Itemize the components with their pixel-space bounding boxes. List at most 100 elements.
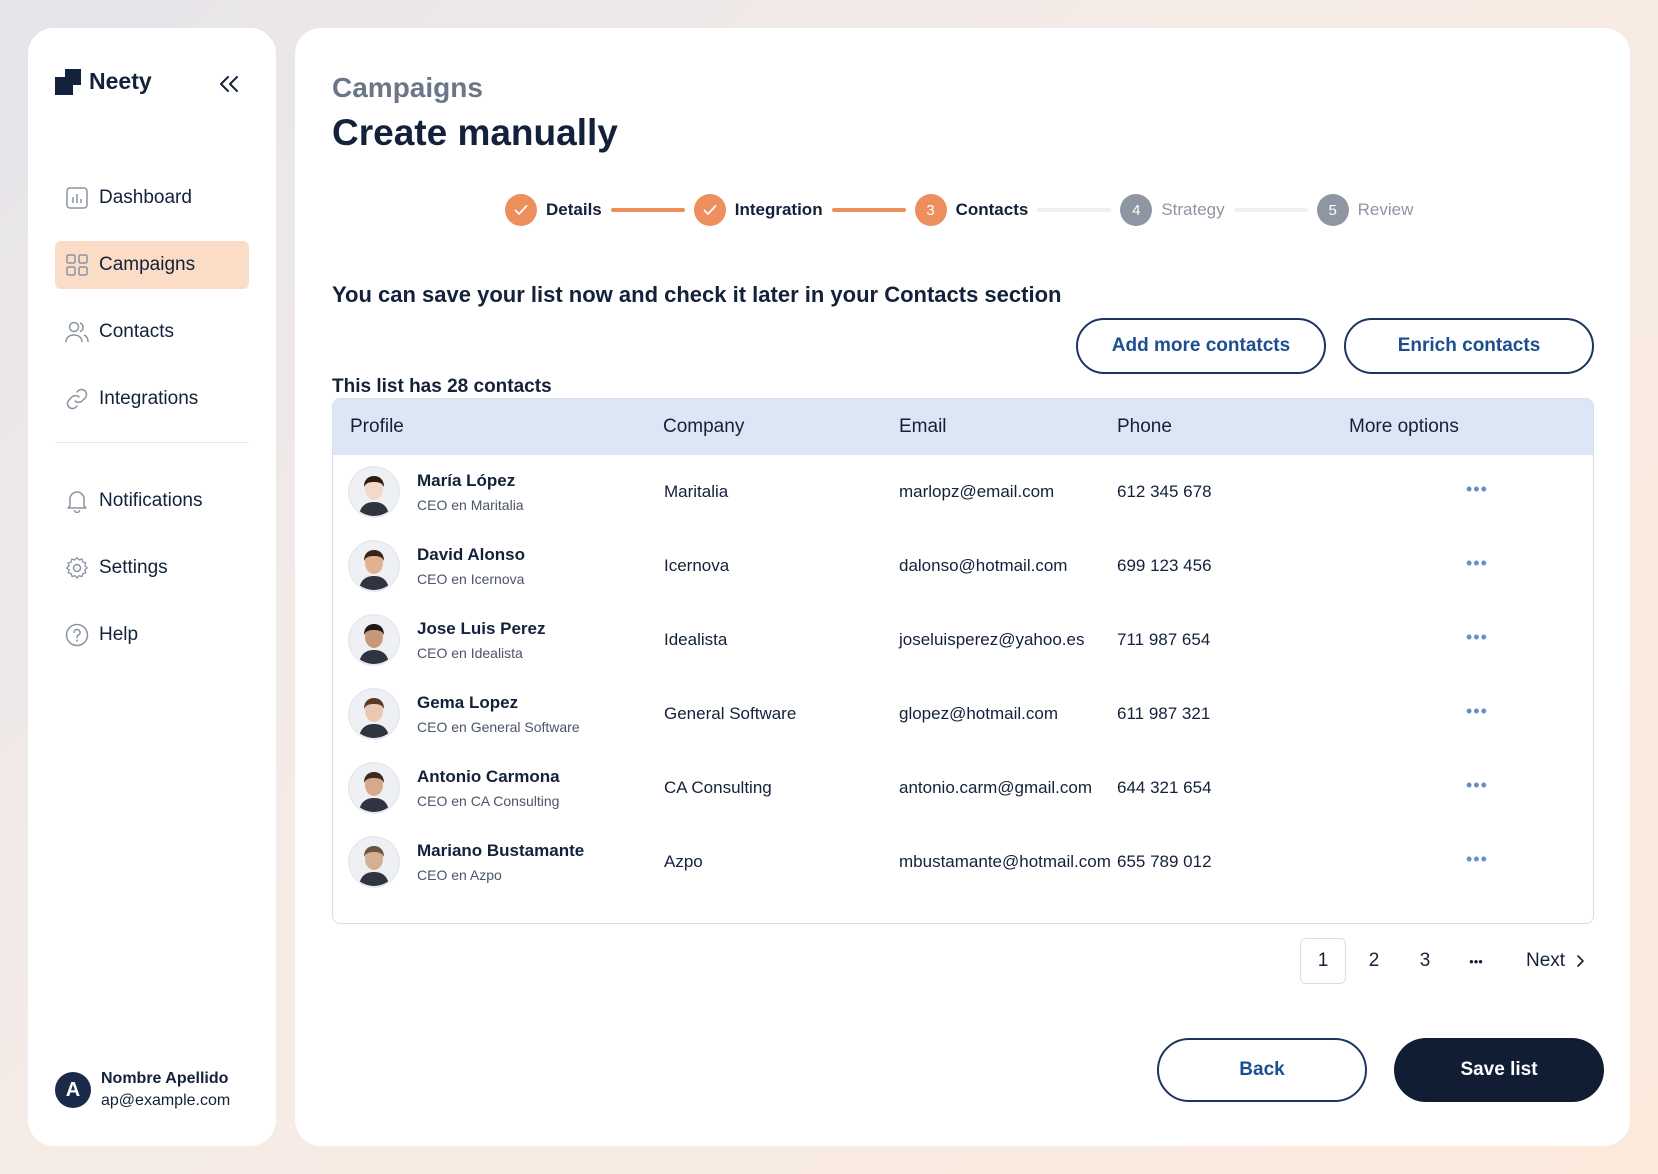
page-2-button[interactable]: 2 <box>1351 938 1397 984</box>
more-options-icon[interactable]: ••• <box>1466 553 1488 574</box>
sidebar-item-integrations[interactable]: Integrations <box>55 375 249 423</box>
double-chevron-left-icon <box>220 76 238 92</box>
save-list-button[interactable]: Save list <box>1394 1038 1604 1102</box>
contact-name: Jose Luis Perez <box>417 619 546 638</box>
users-icon <box>65 320 89 344</box>
page-3-button[interactable]: 3 <box>1402 938 1448 984</box>
step-label: Details <box>546 200 602 219</box>
phone-cell: 644 321 654 <box>1117 778 1212 797</box>
contact-profile[interactable]: David Alonso CEO en Icernova <box>348 540 525 592</box>
table-row[interactable]: Jose Luis Perez CEO en Idealista Idealista… <box>333 603 1593 677</box>
sidebar-divider <box>55 442 249 443</box>
company-cell: Idealista <box>664 630 728 649</box>
add-more-contacts-button[interactable]: Add more contatcts <box>1076 318 1326 374</box>
table-header: Profile Company Email Phone More options <box>333 399 1593 455</box>
email-cell: glopez@hotmail.com <box>899 704 1058 723</box>
contact-role: CEO en Icernova <box>417 571 525 587</box>
step-details[interactable]: Details <box>505 194 602 226</box>
neety-logo-icon <box>55 68 81 95</box>
step-connector <box>610 208 685 212</box>
more-options-icon[interactable]: ••• <box>1466 701 1488 722</box>
contact-name: Mariano Bustamante <box>417 841 585 860</box>
breadcrumb[interactable]: Campaigns <box>332 72 483 104</box>
user-email: ap@example.com <box>101 1092 231 1109</box>
step-label: Review <box>1357 200 1414 219</box>
column-header-more-options: More options <box>1349 416 1459 437</box>
phone-cell: 611 987 321 <box>1117 704 1211 723</box>
user-profile[interactable]: A Nombre Apellido ap@example.com <box>55 1070 230 1110</box>
contact-profile[interactable]: Jose Luis Perez CEO en Idealista <box>348 614 546 666</box>
sidebar-item-campaigns[interactable]: Campaigns <box>55 241 249 289</box>
step-label: Contacts <box>955 200 1029 219</box>
back-button[interactable]: Back <box>1157 1038 1367 1102</box>
more-options-icon[interactable]: ••• <box>1466 479 1488 500</box>
page-1-button[interactable]: 1 <box>1300 938 1346 984</box>
contact-avatar <box>348 466 400 518</box>
collapse-sidebar-button[interactable] <box>214 70 244 98</box>
table-body: María López CEO en Maritalia Maritalia marl… <box>333 455 1593 899</box>
next-page-button[interactable]: Next <box>1526 950 1591 972</box>
contact-avatar <box>348 762 400 814</box>
sidebar-item-dashboard[interactable]: Dashboard <box>55 174 249 222</box>
gear-icon <box>65 556 89 580</box>
column-header-company: Company <box>663 416 745 437</box>
contact-role: CEO en General Software <box>417 719 580 735</box>
contact-name: Antonio Carmona <box>417 767 560 786</box>
email-cell: antonio.carm@gmail.com <box>899 778 1092 797</box>
contact-avatar <box>348 540 400 592</box>
contact-profile[interactable]: Mariano Bustamante CEO en Azpo <box>348 836 584 888</box>
step-review[interactable]: 5 Review <box>1316 194 1414 226</box>
step-strategy[interactable]: 4 Strategy <box>1120 194 1225 226</box>
pagination-ellipsis[interactable]: ••• <box>1453 938 1499 984</box>
sidebar-item-contacts[interactable]: Contacts <box>55 308 249 356</box>
check-icon <box>505 194 537 226</box>
contact-profile[interactable]: Gema Lopez CEO en General Software <box>348 688 580 740</box>
column-header-email: Email <box>899 416 947 437</box>
user-name: Nombre Apellido <box>101 1070 229 1087</box>
company-cell: Icernova <box>664 556 730 575</box>
phone-cell: 699 123 456 <box>1117 556 1212 575</box>
next-label: Next <box>1526 950 1566 971</box>
email-cell: joseluisperez@yahoo.es <box>899 630 1085 649</box>
contact-name: Gema Lopez <box>417 693 519 712</box>
contact-name: María López <box>417 471 516 490</box>
table-row[interactable]: Gema Lopez CEO en General Software General… <box>333 677 1593 751</box>
contact-profile[interactable]: Antonio Carmona CEO en CA Consulting <box>348 762 560 814</box>
sidebar-item-label: Notifications <box>99 490 203 511</box>
table-row[interactable]: María López CEO en Maritalia Maritalia marl… <box>333 455 1593 529</box>
brand[interactable]: Neety <box>55 68 152 95</box>
step-label: Strategy <box>1161 200 1225 219</box>
sidebar-item-help[interactable]: Help <box>55 611 249 659</box>
brand-name: Neety <box>89 68 152 94</box>
more-options-icon[interactable]: ••• <box>1466 849 1488 870</box>
more-options-icon[interactable]: ••• <box>1466 775 1488 796</box>
step-label: Integration <box>734 200 823 219</box>
table-row[interactable]: Mariano Bustamante CEO en Azpo Azpo mbustam… <box>333 825 1593 899</box>
table-row[interactable]: David Alonso CEO en Icernova Icernova dalon… <box>333 529 1593 603</box>
company-cell: Maritalia <box>664 482 729 501</box>
sidebar-item-label: Integrations <box>99 388 199 409</box>
email-cell: marlopz@email.com <box>899 482 1055 501</box>
check-icon <box>693 194 726 226</box>
step-connector <box>1233 208 1308 212</box>
table-row[interactable]: Antonio Carmona CEO en CA Consulting CA Co… <box>333 751 1593 825</box>
sidebar-item-settings[interactable]: Settings <box>55 544 249 592</box>
step-integration[interactable]: Integration <box>693 194 823 226</box>
pagination: 1 2 3 ••• Next <box>1300 938 1591 984</box>
contact-avatar <box>348 836 400 888</box>
phone-cell: 655 789 012 <box>1117 852 1212 871</box>
contact-name: David Alonso <box>417 545 525 564</box>
contact-avatar <box>348 614 400 666</box>
grid-icon <box>65 253 89 277</box>
bell-icon <box>65 489 89 513</box>
sidebar-item-label: Dashboard <box>99 187 192 208</box>
enrich-contacts-button[interactable]: Enrich contacts <box>1344 318 1594 374</box>
phone-cell: 612 345 678 <box>1117 482 1212 501</box>
contacts-table: Profile Company Email Phone More options… <box>332 398 1594 924</box>
step-number: 4 <box>1120 194 1153 226</box>
step-contacts[interactable]: 3 Contacts <box>914 194 1029 226</box>
sidebar-item-notifications[interactable]: Notifications <box>55 477 249 525</box>
step-number: 5 <box>1316 194 1349 226</box>
more-options-icon[interactable]: ••• <box>1466 627 1488 648</box>
contact-profile[interactable]: María López CEO en Maritalia <box>348 466 524 518</box>
